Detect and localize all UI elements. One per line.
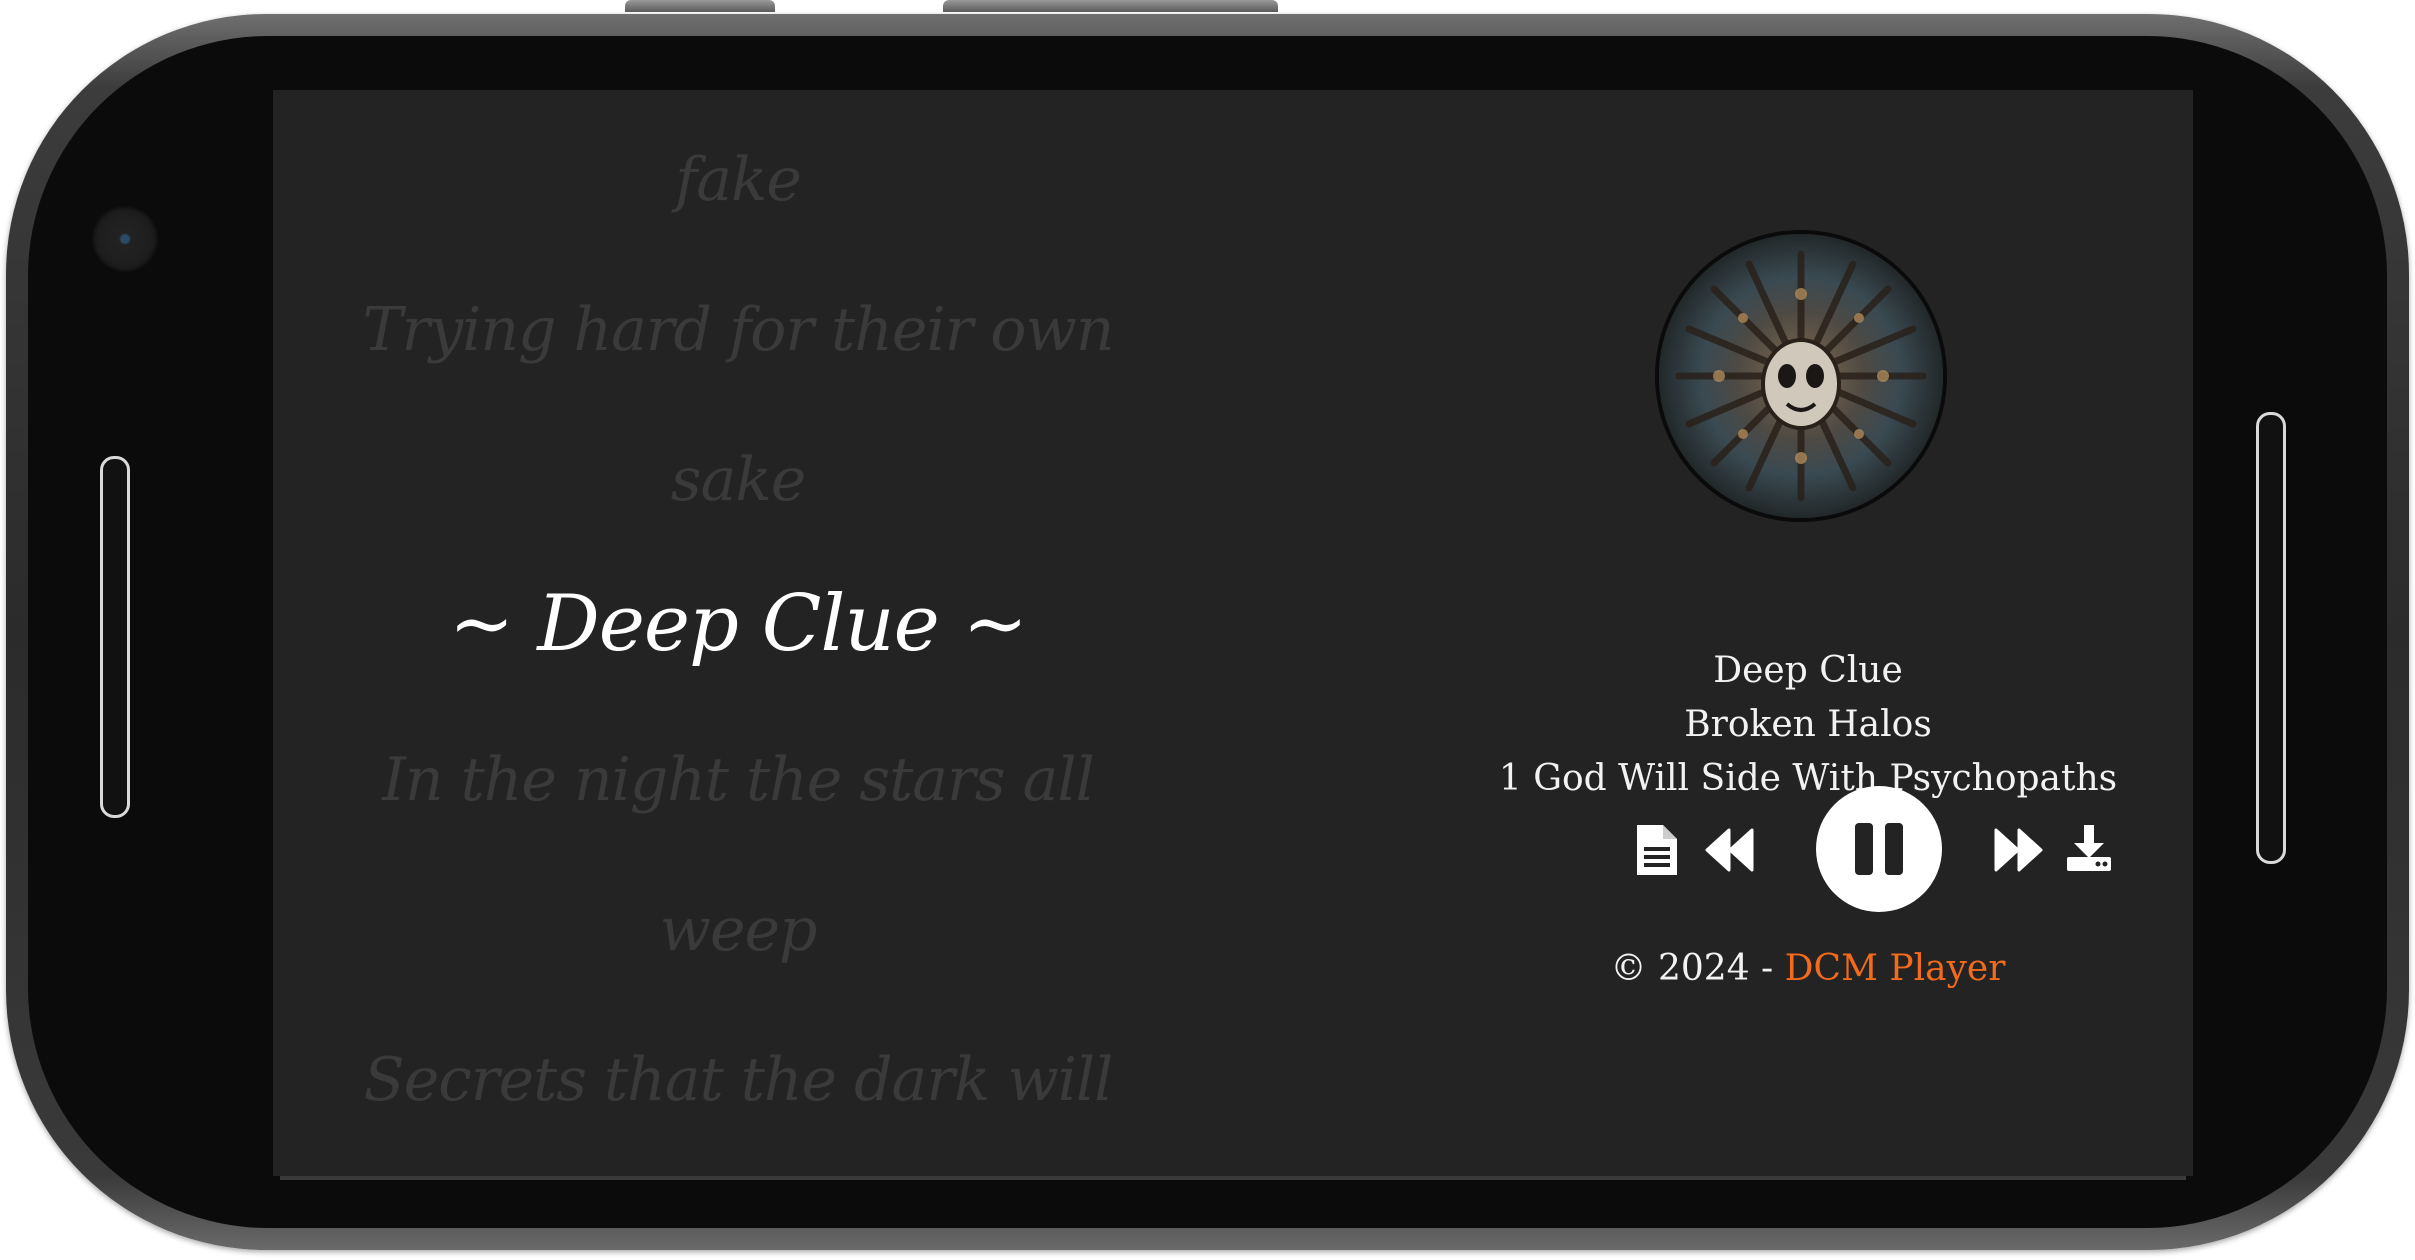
lyric-line: fake	[675, 145, 802, 215]
copyright-text: © 2024 -	[1610, 948, 1785, 989]
lyrics-panel[interactable]: fake Trying hard for their own sake ~ De…	[273, 90, 1203, 1176]
footer: © 2024 - DCM Player	[1423, 942, 2193, 996]
lyrics-button[interactable]	[1633, 822, 1681, 878]
track-title: Deep Clue	[1713, 650, 1903, 691]
power-button	[943, 0, 1278, 12]
lyric-line: Secrets that the dark will	[363, 1045, 1114, 1115]
speaker-grille-left	[100, 456, 130, 818]
lyric-line: weep	[659, 895, 818, 965]
lyric-line: Trying hard for their own	[362, 295, 1115, 365]
document-icon	[1637, 825, 1677, 875]
front-camera	[92, 206, 158, 272]
screen-edge	[280, 1176, 2186, 1180]
pause-icon	[1855, 823, 1903, 875]
lyric-line-active: ~ Deep Clue ~	[449, 579, 1028, 669]
play-pause-button[interactable]	[1816, 786, 1942, 912]
previous-track-button[interactable]	[1705, 825, 1755, 875]
playback-controls	[1423, 780, 2193, 912]
rewind-icon	[1705, 828, 1754, 872]
volume-button	[625, 0, 775, 12]
lyric-line: sake	[670, 445, 806, 515]
track-artist: Broken Halos	[1684, 704, 1932, 745]
download-button[interactable]	[2063, 822, 2115, 874]
app-screen: fake Trying hard for their own sake ~ De…	[273, 90, 2193, 1176]
lyric-line: In the night the stars all	[382, 745, 1095, 815]
download-icon	[2067, 825, 2111, 871]
next-track-button[interactable]	[1993, 825, 2043, 875]
album-cover-image	[1655, 230, 1947, 522]
brand-link[interactable]: DCM Player	[1785, 948, 2006, 989]
fast-forward-icon	[1994, 828, 2043, 872]
speaker-grille-right	[2256, 412, 2286, 864]
player-panel: Deep Clue Broken Halos 1 God Will Side W…	[1423, 90, 2193, 1176]
